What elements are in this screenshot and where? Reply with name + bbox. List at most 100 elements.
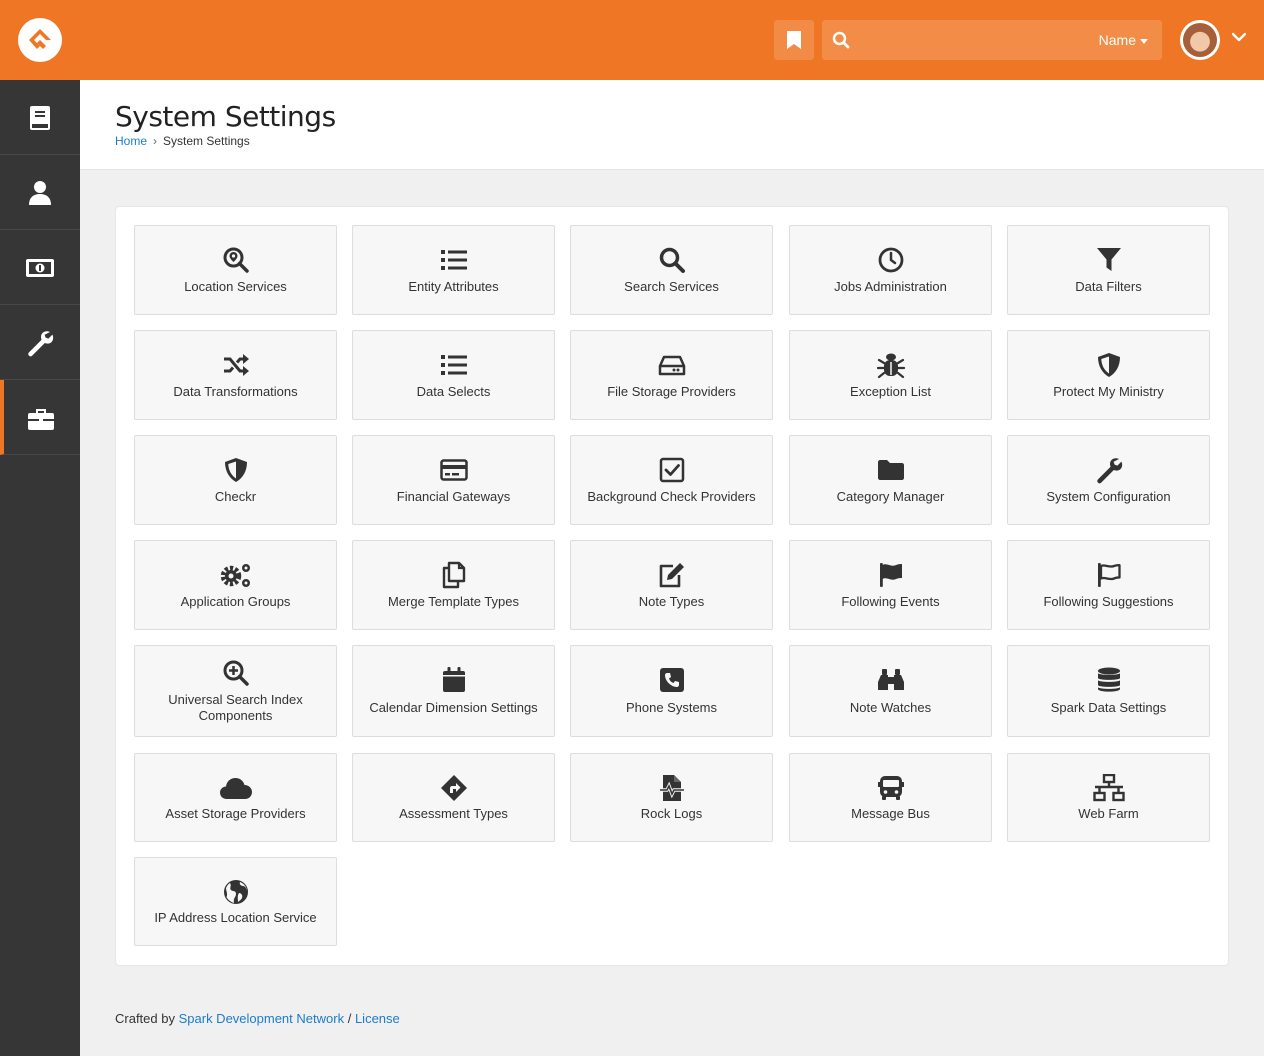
- top-header-bar: Name: [0, 0, 1264, 80]
- search-filter-label: Name: [1098, 32, 1136, 48]
- bookmark-button[interactable]: [774, 20, 814, 60]
- rock-logo-icon[interactable]: [18, 18, 62, 62]
- tile-entity-attributes[interactable]: Entity Attributes: [352, 225, 555, 315]
- list-icon: [353, 351, 554, 379]
- tile-label: Category Manager: [836, 489, 945, 504]
- sidebar-item-tools[interactable]: [0, 305, 80, 380]
- search-input[interactable]: [858, 26, 1058, 54]
- bus-icon: [790, 774, 991, 802]
- tile-label: Entity Attributes: [408, 279, 499, 294]
- tile-label: Web Farm: [1078, 806, 1139, 821]
- tile-label: Universal Search Index Components: [168, 692, 303, 723]
- tile-protect-my-ministry[interactable]: Protect My Ministry: [1007, 330, 1210, 420]
- sidebar: [0, 80, 80, 1056]
- tile-label: Location Services: [184, 279, 287, 294]
- sidebar-item-admin[interactable]: [0, 380, 80, 455]
- tile-note-watches[interactable]: Note Watches: [789, 645, 992, 737]
- tile-assessment-types[interactable]: Assessment Types: [352, 753, 555, 842]
- binoculars-icon: [790, 666, 991, 694]
- chevron-right-icon: ›: [153, 134, 158, 148]
- tile-following-suggestions[interactable]: Following Suggestions: [1007, 540, 1210, 630]
- file-medical-alt-icon: [571, 774, 772, 802]
- tile-financial-gateways[interactable]: Financial Gateways: [352, 435, 555, 525]
- tile-spark-data-settings[interactable]: Spark Data Settings: [1007, 645, 1210, 737]
- tile-label: IP Address Location Service: [154, 910, 317, 925]
- search-box: Name: [822, 20, 1162, 60]
- tile-label: File Storage Providers: [607, 384, 736, 399]
- tile-jobs-administration[interactable]: Jobs Administration: [789, 225, 992, 315]
- briefcase-icon: [28, 409, 54, 430]
- tile-data-transformations[interactable]: Data Transformations: [134, 330, 337, 420]
- search-icon: [832, 31, 850, 49]
- shield-icon: [135, 456, 336, 484]
- search-filter-dropdown[interactable]: Name: [1099, 32, 1148, 48]
- tile-label: Note Watches: [849, 700, 932, 715]
- tile-phone-systems[interactable]: Phone Systems: [570, 645, 773, 737]
- tile-universal-search-index-components[interactable]: Universal Search Index Components: [134, 645, 337, 737]
- tile-label: Financial Gateways: [396, 489, 511, 504]
- footer-license-link[interactable]: License: [355, 1011, 400, 1026]
- bookmark-icon: [787, 31, 801, 49]
- settings-panel: Location Services Entity Attributes Sear…: [116, 207, 1228, 965]
- tile-asset-storage-providers[interactable]: Asset Storage Providers: [134, 753, 337, 842]
- tile-rock-logs[interactable]: Rock Logs: [570, 753, 773, 842]
- breadcrumb-home-link[interactable]: Home: [115, 134, 147, 148]
- bug-icon: [790, 351, 991, 379]
- sidebar-item-people[interactable]: [0, 155, 80, 230]
- check-square-icon: [571, 456, 772, 484]
- tile-search-services[interactable]: Search Services: [570, 225, 773, 315]
- tile-label: Checkr: [214, 489, 257, 504]
- directions-icon: [353, 774, 554, 802]
- random-icon: [135, 351, 336, 379]
- cloud-icon: [135, 774, 336, 802]
- tile-location-services[interactable]: Location Services: [134, 225, 337, 315]
- tile-label: Data Selects: [416, 384, 491, 399]
- footer: Crafted by Spark Development Network / L…: [115, 1011, 400, 1026]
- tile-label: Calendar Dimension Settings: [369, 700, 538, 715]
- user-icon: [29, 181, 51, 205]
- tile-label: Spark Data Settings: [1050, 700, 1167, 715]
- tile-data-filters[interactable]: Data Filters: [1007, 225, 1210, 315]
- tile-application-groups[interactable]: Application Groups: [134, 540, 337, 630]
- tile-following-events[interactable]: Following Events: [789, 540, 992, 630]
- tile-label: Protect My Ministry: [1053, 384, 1164, 399]
- database-icon: [1008, 666, 1209, 694]
- tile-checkr[interactable]: Checkr: [134, 435, 337, 525]
- tile-calendar-dimension-settings[interactable]: Calendar Dimension Settings: [352, 645, 555, 737]
- book-icon: [30, 106, 50, 130]
- clock-icon: [790, 246, 991, 274]
- tile-label: Merge Template Types: [387, 594, 520, 609]
- tile-label: Exception List: [850, 384, 931, 399]
- tile-label: Background Check Providers: [587, 489, 756, 504]
- caret-down-icon: [1140, 38, 1148, 44]
- sidebar-item-book[interactable]: [0, 80, 80, 155]
- tile-label: Data Transformations: [173, 384, 298, 399]
- tile-ip-address-location-service[interactable]: IP Address Location Service: [134, 857, 337, 946]
- user-avatar[interactable]: [1180, 20, 1220, 60]
- tile-label: Search Services: [624, 279, 719, 294]
- chevron-down-icon[interactable]: [1232, 32, 1246, 42]
- search-icon: [571, 246, 772, 274]
- tile-message-bus[interactable]: Message Bus: [789, 753, 992, 842]
- tile-system-configuration[interactable]: System Configuration: [1007, 435, 1210, 525]
- tile-file-storage-providers[interactable]: File Storage Providers: [570, 330, 773, 420]
- page-header: System Settings Home › System Settings: [80, 80, 1264, 170]
- tile-label: Assessment Types: [399, 806, 508, 821]
- tile-web-farm[interactable]: Web Farm: [1007, 753, 1210, 842]
- footer-separator: /: [347, 1011, 352, 1026]
- tile-background-check-providers[interactable]: Background Check Providers: [570, 435, 773, 525]
- tile-label: Jobs Administration: [834, 279, 947, 294]
- tile-category-manager[interactable]: Category Manager: [789, 435, 992, 525]
- sidebar-item-finance[interactable]: [0, 230, 80, 305]
- footer-spark-link[interactable]: Spark Development Network: [179, 1011, 344, 1026]
- calendar-icon: [353, 666, 554, 694]
- tile-data-selects[interactable]: Data Selects: [352, 330, 555, 420]
- tile-exception-list[interactable]: Exception List: [789, 330, 992, 420]
- hdd-icon: [571, 351, 772, 379]
- tile-label: System Configuration: [1046, 489, 1171, 504]
- tile-note-types[interactable]: Note Types: [570, 540, 773, 630]
- tile-merge-template-types[interactable]: Merge Template Types: [352, 540, 555, 630]
- flag-outline-icon: [1008, 561, 1209, 589]
- globe-icon: [135, 878, 336, 906]
- edit-icon: [571, 561, 772, 589]
